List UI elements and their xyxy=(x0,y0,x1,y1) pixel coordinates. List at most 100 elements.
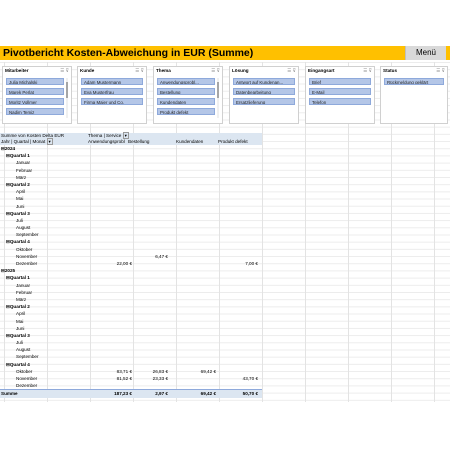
pivot-cell: 69,42 € xyxy=(200,368,216,374)
pivot-row-quarter[interactable]: ⊟Quartal 4 xyxy=(0,361,262,368)
pivot-total-label: Summe xyxy=(1,391,18,397)
slicer-3: Thema ☰ ⊽ Anwendungsprobl... Bestellung Kund… xyxy=(153,66,223,124)
pivot-row-label: November xyxy=(16,253,38,259)
pivot-total-cell: 50,70 € xyxy=(242,391,258,397)
pivot-row-label: September xyxy=(16,354,39,360)
slicer-tools: ☰ ⊽ xyxy=(436,68,445,74)
clear-filter-icon[interactable]: ⊽ xyxy=(293,68,296,73)
pivot-cell: 22,00 € xyxy=(116,261,132,266)
slicer-header: Status xyxy=(383,68,398,73)
slicer-2: Kunde ☰ ⊽ Adam Mustermann Eva Musterfrau Fir… xyxy=(77,66,147,124)
pivot-row-month: Juni xyxy=(0,203,262,210)
pivot-row-month: April xyxy=(0,188,262,195)
pivot-row-label: ⊟Quartal 3 xyxy=(6,210,30,216)
pivot-row-quarter[interactable]: ⊟Quartal 1 xyxy=(0,274,262,281)
pivot-row-label: ⊟2025 xyxy=(1,268,16,274)
page-title: Pivotbericht Kosten-Abweichung in EUR (S… xyxy=(3,47,254,59)
pivot-row-label: April xyxy=(16,311,26,317)
slicer-item[interactable]: Julia Michalski xyxy=(6,78,64,85)
pivot-row-quarter[interactable]: ⊟Quartal 2 xyxy=(0,303,262,310)
clear-filter-icon[interactable]: ⊽ xyxy=(442,68,445,73)
filter-dropdown-icon[interactable]: ▾ xyxy=(46,138,53,145)
pivot-row-label: Dezember xyxy=(16,261,38,266)
slicer-panel: Mitarbeiter ☰ ⊽ Julia Michalski Marek Perla… xyxy=(0,66,450,126)
pivot-row-year[interactable]: ⊟2025 xyxy=(0,267,262,274)
pivot-row-month: Januar xyxy=(0,159,262,166)
clear-filter-icon[interactable]: ⊽ xyxy=(66,68,69,73)
pivot-row-month: Mai xyxy=(0,195,262,202)
pivot-row-month: Februar xyxy=(0,167,262,174)
slicer-item[interactable]: Kundendaten xyxy=(157,98,215,105)
clear-filter-icon[interactable]: ⊽ xyxy=(217,68,220,73)
pivot-row-month: November 81,52 € 23,33 € 43,70 € xyxy=(0,375,262,382)
pivot-row-label: ⊟Quartal 2 xyxy=(6,304,30,310)
slicer-6: Status ☰ ⊽ Rückmeldung geklärt xyxy=(380,66,448,124)
pivot-row-label: Juni xyxy=(16,203,25,209)
pivot-row-label: Juli xyxy=(16,340,23,346)
pivot-row-label: August xyxy=(16,347,31,353)
slicer-item[interactable]: Telefon xyxy=(309,98,371,105)
slicer-item[interactable]: Rückmeldung geklärt xyxy=(384,78,444,85)
pivot-row-label: ⊟Quartal 2 xyxy=(6,181,30,187)
pivot-row-label: ⊟Quartal 4 xyxy=(6,239,30,245)
pivot-row-label: April xyxy=(16,189,26,195)
slicer-1: Mitarbeiter ☰ ⊽ Julia Michalski Marek Perla… xyxy=(2,66,72,124)
pivot-row-month: August xyxy=(0,224,262,231)
pivot-row-quarter[interactable]: ⊟Quartal 3 xyxy=(0,332,262,339)
pivot-row-quarter[interactable]: ⊟Quartal 4 xyxy=(0,238,262,245)
pivot-row-month: Juli xyxy=(0,339,262,346)
pivot-row-label: Juli xyxy=(16,217,23,223)
slicer-header: Lösung xyxy=(232,68,249,73)
pivot-row-label: ⊟Quartal 1 xyxy=(6,153,30,159)
slicer-header: Mitarbeiter xyxy=(5,68,29,73)
pivot-row-label: Januar xyxy=(16,160,31,166)
slicer-item[interactable]: Ersatzlieferung xyxy=(233,98,295,105)
slicer-item[interactable]: Adam Mustermann xyxy=(81,78,143,85)
slicer-5: Eingangsart ☰ ⊽ Brief E-Mail Telefon xyxy=(305,66,375,124)
menu-button[interactable]: Menü xyxy=(405,46,446,60)
pivot-row-month: Oktober 83,71 € 26,83 € 69,42 € xyxy=(0,368,262,375)
slicer-scrollbar[interactable] xyxy=(66,78,68,118)
slicer-item[interactable]: Eva Musterfrau xyxy=(81,88,143,95)
pivot-total-row: Summe 187,23 € 2,97 € 69,42 € 50,70 € xyxy=(0,389,262,398)
pivot-row-quarter[interactable]: ⊟Quartal 3 xyxy=(0,210,262,217)
pivot-row-month: August xyxy=(0,346,262,353)
slicer-item[interactable]: Brief xyxy=(309,78,371,85)
slicer-header: Eingangsart xyxy=(308,68,335,73)
slicer-tools: ☰ ⊽ xyxy=(135,68,144,74)
slicer-tools: ☰ ⊽ xyxy=(60,68,69,74)
slicer-item[interactable]: Marek Perlat xyxy=(6,88,64,95)
slicer-item[interactable]: E-Mail xyxy=(309,88,371,95)
pivot-row-label: März xyxy=(16,296,27,302)
slicer-header: Thema xyxy=(156,68,171,73)
pivot-row-year[interactable]: ⊟2024 xyxy=(0,145,262,152)
slicer-4: Lösung ☰ ⊽ Antwort auf Kundenan... Datenbea… xyxy=(229,66,299,124)
pivot-row-label: Dezember xyxy=(16,383,38,389)
slicer-item[interactable]: Antwort auf Kundenan... xyxy=(233,78,295,85)
clear-filter-icon[interactable]: ⊽ xyxy=(141,68,144,73)
slicer-item[interactable]: Moritz Vollmer xyxy=(6,98,64,105)
slicer-item[interactable]: Anwendungsprobl... xyxy=(157,78,215,85)
pivot-row-month: Februar xyxy=(0,289,262,296)
pivot-row-label: Oktober xyxy=(16,246,33,252)
slicer-item[interactable]: Nadim Temiz xyxy=(6,108,64,115)
filter-dropdown-icon[interactable]: ▾ xyxy=(122,132,129,139)
slicer-item[interactable]: Datenbearbeitung xyxy=(233,88,295,95)
slicer-tools: ☰ ⊽ xyxy=(363,68,372,74)
pivot-row-month: November 6,47 € xyxy=(0,253,262,260)
pivot-row-label: September xyxy=(16,232,39,238)
slicer-scrollbar[interactable] xyxy=(217,78,219,118)
pivot-row-month: Mai xyxy=(0,318,262,325)
pivot-row-month: Juli xyxy=(0,217,262,224)
pivot-row-label: März xyxy=(16,174,27,180)
pivot-row-quarter[interactable]: ⊟Quartal 1 xyxy=(0,152,262,159)
pivot-row-quarter[interactable]: ⊟Quartal 2 xyxy=(0,181,262,188)
slicer-item[interactable]: Firma Maier und Co. xyxy=(81,98,143,105)
pivot-row-label: Mai xyxy=(16,318,24,324)
pivot-row-label: ⊟Quartal 1 xyxy=(6,275,30,281)
slicer-tools: ☰ ⊽ xyxy=(287,68,296,74)
clear-filter-icon[interactable]: ⊽ xyxy=(369,68,372,73)
pivot-cell: 43,70 € xyxy=(242,376,258,381)
slicer-item[interactable]: Produkt defekt xyxy=(157,108,215,115)
slicer-item[interactable]: Bestellung xyxy=(157,88,215,95)
